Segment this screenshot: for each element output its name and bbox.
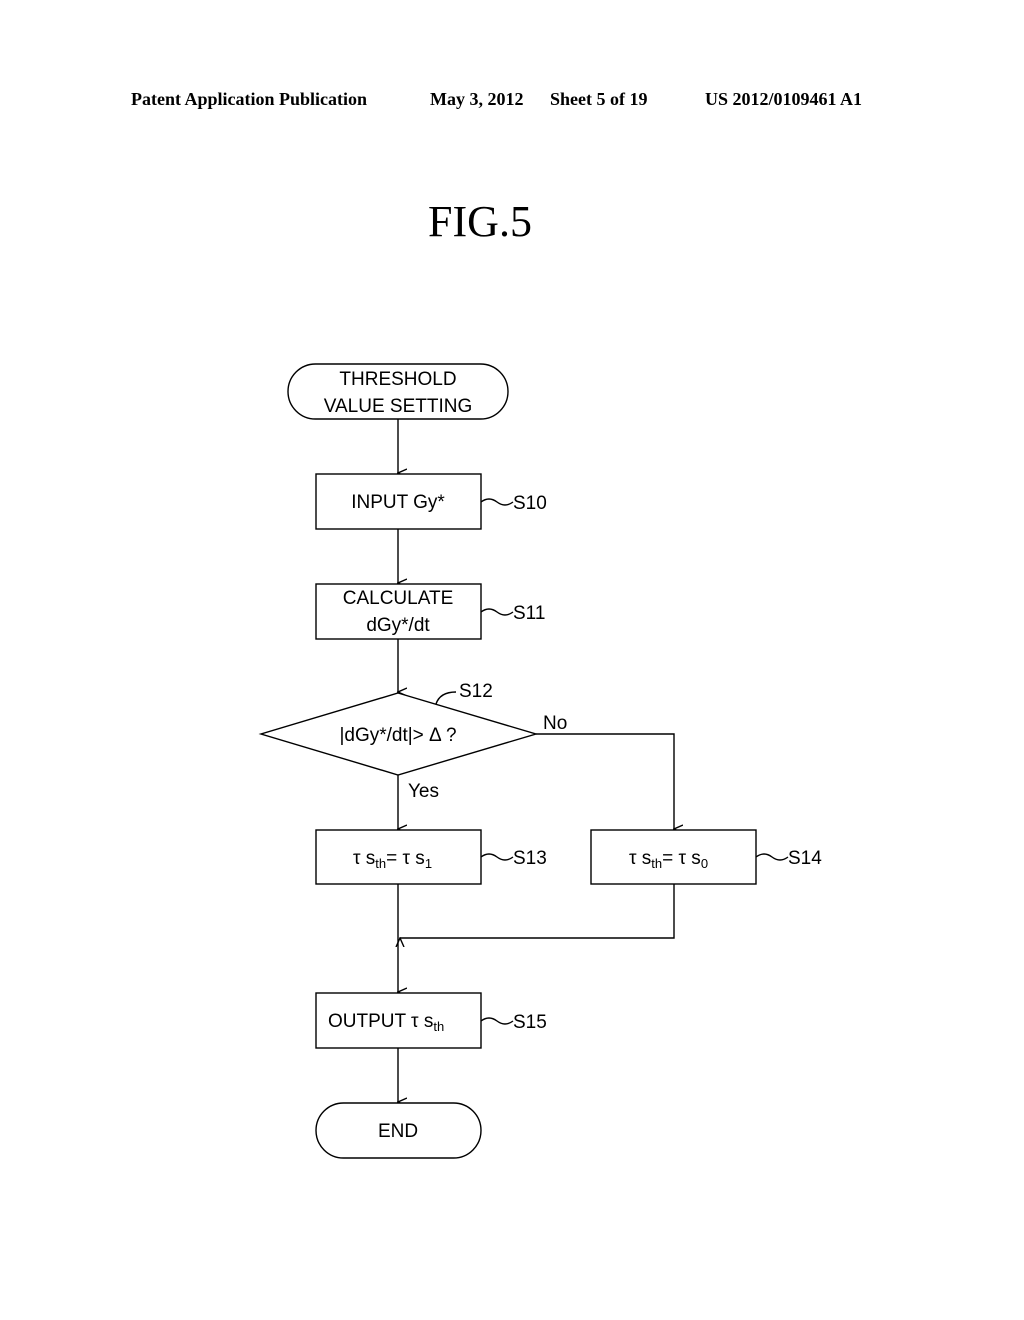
s15-label: OUTPUT τ sth [328, 1011, 444, 1034]
start-label-line1: THRESHOLD [339, 369, 456, 390]
s14-lhs-sub: th [651, 856, 662, 871]
s12-label: |dGy*/dt|> Δ ? [339, 725, 456, 746]
step-s15: OUTPUT τ sth S15 [315, 992, 547, 1049]
step-s11: CALCULATE dGy*/dt S11 [315, 583, 545, 640]
step-s12-decision: |dGy*/dt|> Δ ? S12 No Yes [258, 681, 567, 802]
s10-step-id: S10 [513, 493, 547, 514]
s12-step-id: S12 [459, 681, 493, 702]
end-terminal: END [315, 1102, 482, 1159]
s15-sub: th [433, 1019, 444, 1034]
s13-rhs-sub: 1 [425, 856, 432, 871]
s13-lhs-sub: th [375, 856, 386, 871]
s12-yes-label: Yes [408, 781, 439, 802]
s14-label: τ sth= τ s0 [629, 848, 708, 871]
s14-step-id: S14 [788, 848, 822, 869]
s13-leader [480, 853, 514, 861]
s11-leader [480, 608, 514, 616]
s13-label: τ sth= τ s1 [353, 848, 432, 871]
step-s14: τ sth= τ s0 S14 [590, 829, 822, 885]
start-terminal: THRESHOLD VALUE SETTING [287, 363, 509, 420]
s11-step-id: S11 [513, 603, 545, 624]
s10-label: INPUT Gy* [351, 492, 445, 513]
flowchart: THRESHOLD VALUE SETTING INPUT Gy* S10 CA… [258, 363, 822, 1159]
end-label: END [378, 1121, 418, 1142]
s13-lhs: τ s [353, 848, 375, 869]
s13-rhs: = τ s [386, 848, 425, 869]
s14-lhs: τ s [629, 848, 651, 869]
start-label-line2: VALUE SETTING [324, 396, 473, 417]
s14-leader [755, 853, 789, 861]
s10-leader [480, 498, 514, 506]
s11-label-line2: dGy*/dt [366, 615, 430, 636]
s13-step-id: S13 [513, 848, 547, 869]
s14-rhs-sub: 0 [701, 856, 708, 871]
s14-rhs: = τ s [662, 848, 701, 869]
step-s13: τ sth= τ s1 S13 [315, 829, 547, 885]
s15-text: OUTPUT τ s [328, 1011, 433, 1032]
s12-leader [435, 691, 457, 705]
s15-step-id: S15 [513, 1012, 547, 1033]
arrow-s14-merge [400, 884, 675, 938]
s15-leader [480, 1017, 514, 1025]
s11-label-line1: CALCULATE [343, 588, 454, 609]
s12-no-label: No [543, 713, 567, 734]
arrow-no-to-s14 [536, 733, 674, 829]
step-s10: INPUT Gy* S10 [315, 473, 547, 530]
